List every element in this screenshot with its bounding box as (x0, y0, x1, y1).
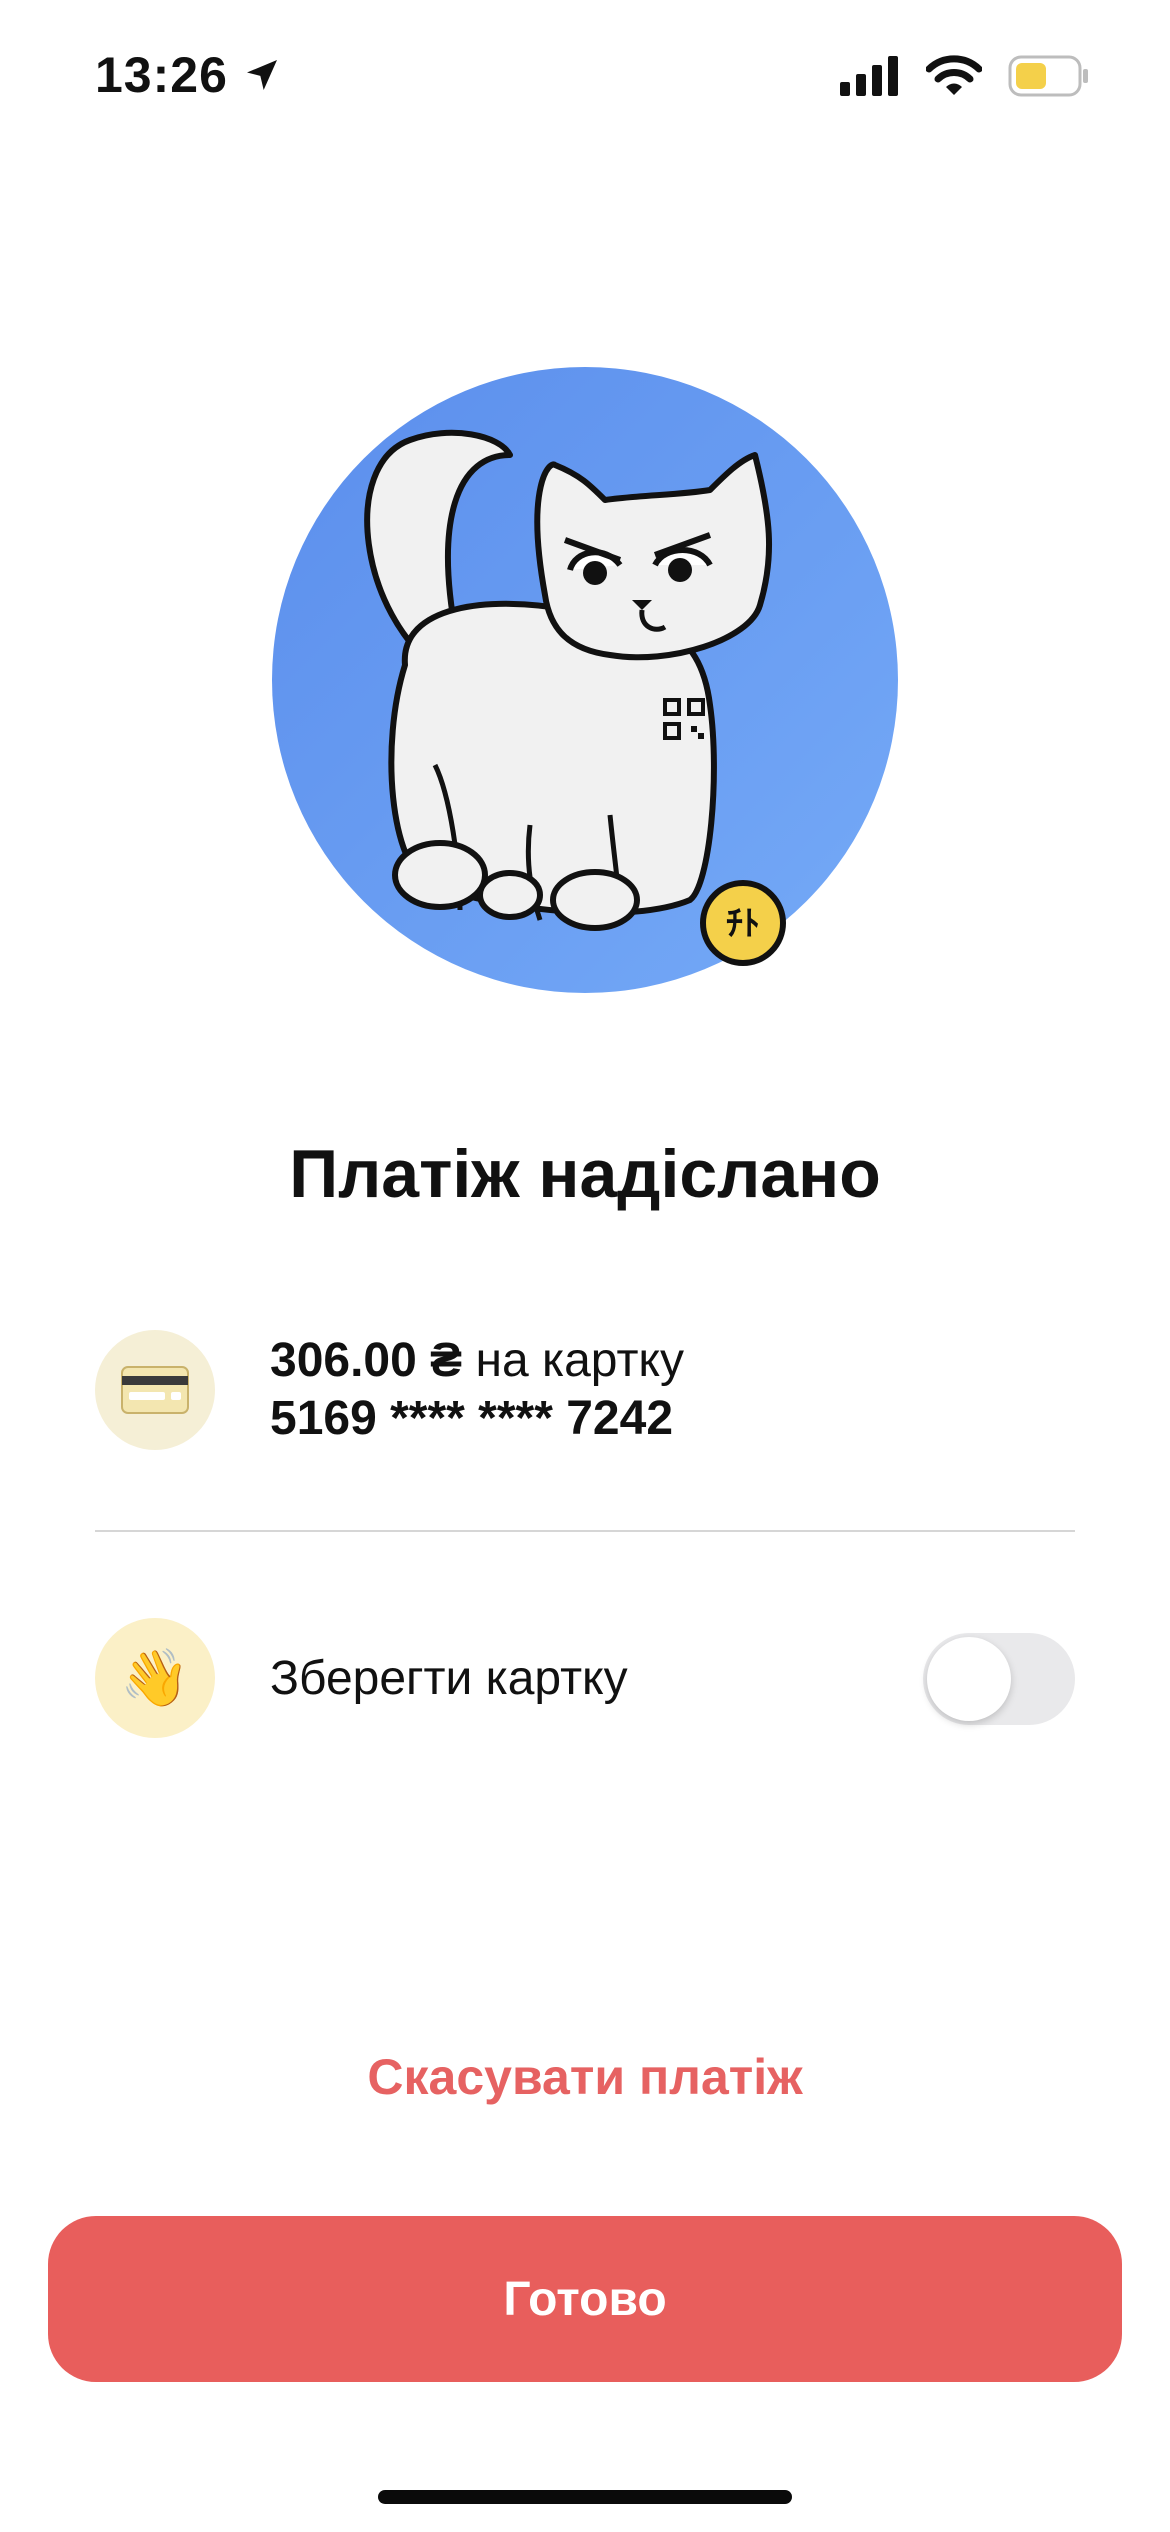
done-button[interactable]: Готово (48, 2216, 1122, 2382)
divider (95, 1530, 1075, 1532)
battery-icon (1008, 55, 1088, 97)
save-card-row[interactable]: 👋 Зберегти картку (95, 1618, 1075, 1738)
cat-illustration: ﾁﾄ (270, 365, 900, 995)
status-bar: 13:26 (0, 0, 1170, 150)
cellular-signal-icon (840, 56, 898, 96)
cancel-payment-link[interactable]: Скасувати платіж (0, 2048, 1170, 2106)
wifi-icon (926, 55, 982, 95)
page-title: Платіж надіслано (289, 1136, 881, 1212)
toggle-knob (927, 1637, 1011, 1721)
card-suffix: на картку (462, 1334, 684, 1387)
save-card-label: Зберегти картку (270, 1651, 628, 1705)
coin-label: ﾁﾄ (726, 904, 760, 944)
payment-amount: 306.00 ₴ (270, 1334, 463, 1387)
credit-card-icon (95, 1330, 215, 1450)
card-number: 5169 **** **** 7242 (270, 1392, 674, 1445)
time-text: 13:26 (95, 47, 228, 103)
done-button-label: Готово (503, 2272, 667, 2326)
save-card-toggle[interactable] (923, 1633, 1075, 1725)
home-indicator[interactable] (378, 2490, 792, 2504)
waving-hand-icon: 👋 (95, 1618, 215, 1738)
status-time: 13:26 (95, 46, 282, 104)
location-arrow-icon (246, 60, 277, 90)
card-info-row: 306.00 ₴ на картку 5169 **** **** 7242 (95, 1330, 1075, 1450)
card-text: 306.00 ₴ на картку 5169 **** **** 7242 (270, 1332, 684, 1448)
